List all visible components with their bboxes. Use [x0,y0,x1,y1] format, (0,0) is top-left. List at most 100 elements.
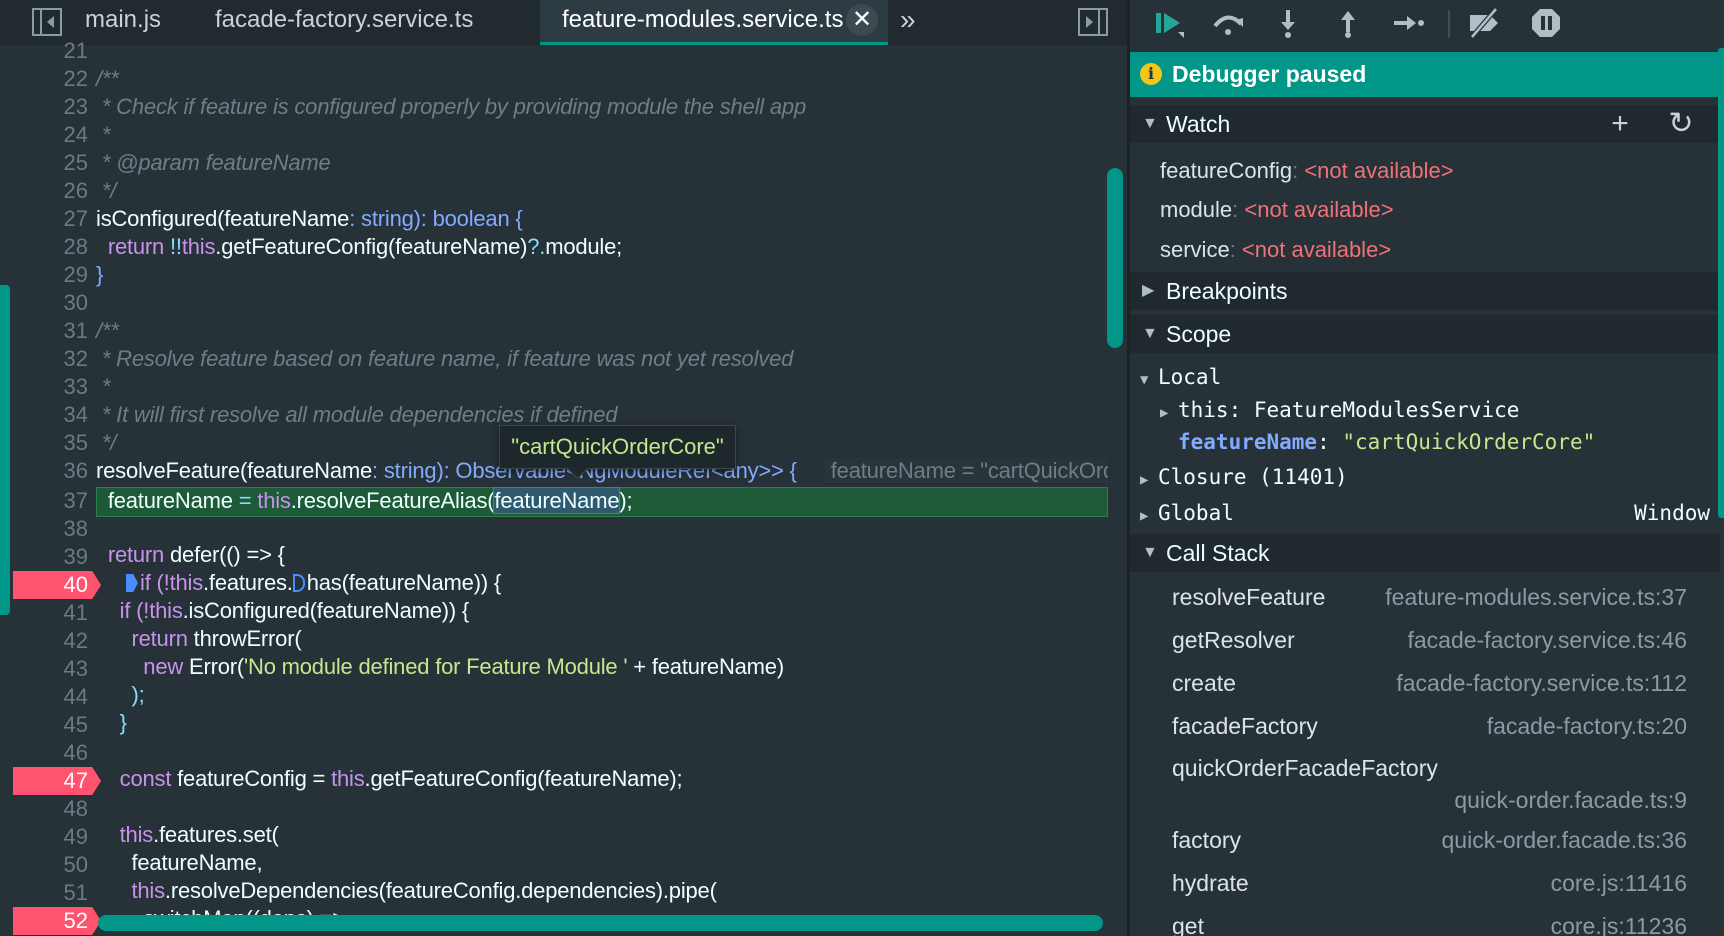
tab-main-js[interactable]: main.js [74,0,184,45]
breakpoints-section-header[interactable]: ▶ Breakpoints [1130,272,1720,310]
watch-section-header[interactable]: ▼ Watch + ↻ [1130,105,1720,143]
code-area[interactable]: /** * Check if feature is configured pro… [96,45,1111,936]
line-number: 38 [63,516,88,541]
line-number: 46 [63,740,88,765]
call-frame[interactable]: create facade-factory.service.ts:112 [1130,668,1724,698]
deactivate-breakpoints-icon[interactable] [1466,6,1502,40]
code-line: */ [96,430,117,455]
toolbar-separator [1448,10,1450,38]
line-number: 37 [63,488,88,513]
code-line: featureName, [96,850,263,875]
line-number: 52 [63,908,88,933]
plus-icon[interactable]: + [1604,107,1636,141]
section-title: Breakpoints [1166,278,1288,304]
triangle-down-icon: ▼ [1142,544,1158,561]
refresh-icon[interactable]: ↻ [1665,107,1697,141]
line-number: 31 [63,318,88,343]
watch-item[interactable]: module: <not available> [1160,195,1394,225]
line-number: 26 [63,178,88,203]
info-icon: i [1140,63,1162,85]
code-line: } [96,710,127,735]
watch-item[interactable]: service: <not available> [1160,235,1391,265]
call-frame[interactable]: facadeFactory facade-factory.ts:20 [1130,711,1724,741]
close-icon[interactable]: ✕ [846,4,878,36]
call-frame[interactable]: get core.js:11236 [1130,911,1724,936]
scope-closure[interactable]: ▶ Closure (11401) [1140,462,1348,492]
code-line: /** [96,318,119,343]
code-line: const featureConfig = this.getFeatureCon… [96,766,683,791]
triangle-down-icon: ▼ [1140,372,1149,388]
line-number: 25 [63,150,88,175]
vertical-scrollbar[interactable] [1107,168,1123,348]
line-number: 43 [63,656,88,681]
code-line: * [96,374,111,399]
section-title: Call Stack [1166,540,1270,566]
step-marker-icon [292,574,305,592]
tab-feature-modules[interactable]: feature-modules.service.ts ✕ [540,0,888,45]
scope-this[interactable]: ▶ this: FeatureModulesService [1160,395,1519,425]
tab-label: main.js [85,6,162,33]
step-icon[interactable] [1390,6,1426,40]
line-number-gutter[interactable]: 21 22 23 24 25 26 27 28 29 30 31 32 33 34 35 36 37 38 39 40… [0,38,101,936]
panel-scrollbar[interactable] [1718,48,1724,518]
debugger-toolbar [1130,0,1724,48]
line-number: 40 [63,572,88,597]
step-over-icon[interactable] [1210,6,1246,40]
scope-global[interactable]: ▶ Global Window [1140,498,1710,528]
line-number: 22 [63,66,88,91]
line-number: 51 [63,880,88,905]
code-line: new Error('No module defined for Feature… [96,654,784,679]
code-line: * [96,122,111,147]
callstack-section-header[interactable]: ▼ Call Stack [1130,534,1720,572]
line-number: 33 [63,374,88,399]
hover-value-tooltip: "cartQuickOrderCore" [499,425,736,469]
step-marker-icon [126,574,138,592]
resume-icon[interactable] [1150,6,1186,40]
code-line: * Check if feature is configured properl… [96,94,806,119]
step-into-icon[interactable] [1270,6,1306,40]
line-number: 28 [63,234,88,259]
scope-section-header[interactable]: ▼ Scope [1130,315,1720,353]
section-title: Scope [1166,321,1232,347]
horizontal-scrollbar[interactable] [98,915,1103,931]
code-line: isConfigured(featureName: string): boole… [96,206,523,231]
chevron-double-right-icon[interactable]: » [900,0,916,40]
inline-value-hint: featureName = "cartQuickOrderCore" [824,458,1108,483]
tab-facade-factory[interactable]: facade-factory.service.ts [205,0,495,45]
call-frame[interactable]: quickOrderFacadeFactory quick-order.facad… [1130,753,1724,815]
line-number: 44 [63,684,88,709]
code-line: * Resolve feature based on feature name,… [96,346,794,371]
editor-pane: main.js facade-factory.service.ts featur… [0,0,1127,936]
line-number: 23 [63,94,88,119]
watch-item[interactable]: featureConfig: <not available> [1160,156,1454,186]
scroll-accent [0,285,10,615]
line-number: 49 [63,824,88,849]
sidebar-toggle-left-icon[interactable] [30,6,64,38]
code-line: featureName = this.resolveFeatureAlias(f… [96,487,633,514]
scope-local[interactable]: ▼ Local [1140,362,1221,392]
code-line: ); [96,682,145,707]
tab-bar: main.js facade-factory.service.ts featur… [0,0,1127,45]
code-line: if (!this.isConfigured(featureName)) { [96,598,470,623]
scope-featurename[interactable]: featureName: "cartQuickOrderCore" [1178,427,1595,457]
call-frame[interactable]: resolveFeature feature-modules.service.ts… [1130,582,1724,612]
section-title: Watch [1166,111,1231,137]
hovered-identifier: featureName [493,487,621,514]
call-frame[interactable]: hydrate core.js:11416 [1130,868,1724,898]
line-number: 50 [63,852,88,877]
tab-label: facade-factory.service.ts [215,6,474,33]
line-number: 45 [63,712,88,737]
line-number: 36 [63,458,88,483]
line-number: 29 [63,262,88,287]
line-number: 32 [63,346,88,371]
triangle-right-icon: ▶ [1142,282,1155,299]
line-number: 42 [63,628,88,653]
tab-label: feature-modules.service.ts [562,6,844,33]
pause-on-exceptions-icon[interactable] [1528,6,1564,40]
step-out-icon[interactable] [1330,6,1366,40]
call-frame[interactable]: getResolver facade-factory.service.ts:46 [1130,625,1724,655]
triangle-right-icon: ▶ [1160,405,1169,421]
line-number: 48 [63,796,88,821]
sidebar-toggle-right-icon[interactable] [1076,6,1110,38]
call-frame[interactable]: factory quick-order.facade.ts:36 [1130,825,1724,855]
